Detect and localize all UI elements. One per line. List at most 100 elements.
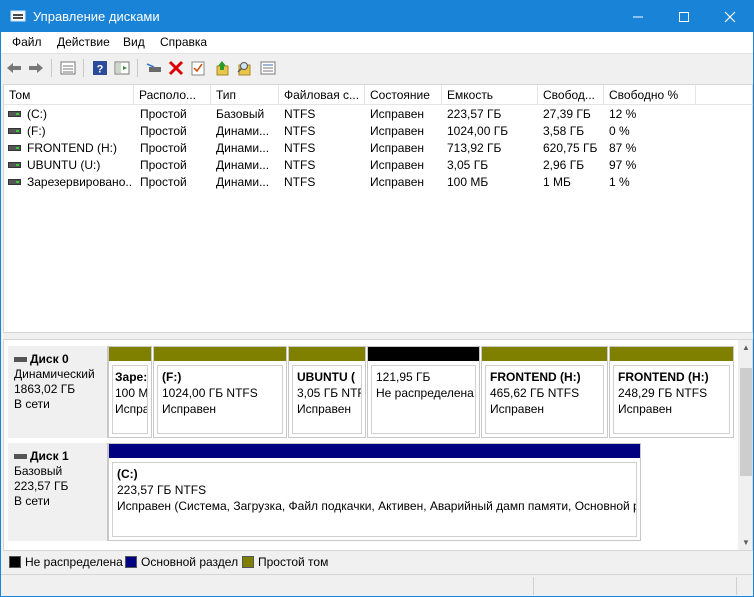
- table-row[interactable]: UBUNTU (U:) Простой Динами... NTFS Испра…: [4, 157, 753, 174]
- volume-list[interactable]: Том Располо... Тип Файловая с... Состоян…: [3, 84, 753, 333]
- volume-layout: Простой: [140, 175, 187, 189]
- disk-name: Диск 1: [30, 449, 69, 463]
- volume-type: Динами...: [216, 124, 270, 138]
- status-divider: [533, 577, 534, 595]
- check-button[interactable]: [189, 59, 207, 77]
- search-button[interactable]: [235, 59, 253, 77]
- title-bar[interactable]: Управление дисками: [1, 1, 753, 32]
- column-header-layout[interactable]: Располо...: [134, 85, 211, 105]
- forward-arrow-icon: [29, 63, 43, 73]
- column-header-volume[interactable]: Том: [4, 85, 134, 105]
- partition-status: Не распределена: [376, 386, 474, 400]
- column-header-capacity[interactable]: Емкость: [442, 85, 538, 105]
- legend-label-simple: Простой том: [258, 555, 329, 569]
- back-button[interactable]: [5, 59, 23, 77]
- delete-button[interactable]: [167, 59, 185, 77]
- disk-icon: [14, 454, 27, 460]
- menu-help[interactable]: Справка: [160, 35, 207, 49]
- table-row[interactable]: (F:) Простой Динами... NTFS Исправен 102…: [4, 123, 753, 140]
- volume-free: 2,96 ГБ: [543, 158, 585, 172]
- column-header-type[interactable]: Тип: [211, 85, 279, 105]
- column-header-filesystem[interactable]: Файловая с...: [279, 85, 365, 105]
- disk-0-label[interactable]: Диск 0 Динамический 1863,02 ГБ В сети: [8, 346, 108, 438]
- partition-color-bar: [610, 347, 733, 361]
- volume-filesystem: NTFS: [284, 158, 316, 172]
- volume-name: (C:): [27, 107, 47, 121]
- volume-filesystem: NTFS: [284, 107, 316, 121]
- drive-icon: [8, 145, 21, 151]
- legend-swatch-primary: [125, 556, 137, 568]
- volume-layout: Простой: [140, 158, 187, 172]
- scroll-up-icon[interactable]: ▲: [742, 343, 750, 352]
- forward-button[interactable]: [27, 59, 45, 77]
- disk-1-label[interactable]: Диск 1 Базовый 223,57 ГБ В сети: [8, 443, 108, 541]
- legend-swatch-unallocated: [9, 556, 21, 568]
- up-button[interactable]: [213, 59, 231, 77]
- volume-status: Исправен: [370, 175, 425, 189]
- column-header-status[interactable]: Состояние: [365, 85, 442, 105]
- menu-action[interactable]: Действие: [57, 35, 110, 49]
- partition-name: (C:): [117, 467, 138, 481]
- check-icon: [191, 61, 205, 76]
- partition-size: 248,29 ГБ NTFS: [618, 386, 708, 400]
- properties-button[interactable]: [59, 59, 77, 77]
- menu-view[interactable]: Вид: [123, 35, 145, 49]
- help-button[interactable]: ?: [91, 59, 109, 77]
- partition-size: 3,05 ГБ NTF: [297, 386, 362, 400]
- drive-icon: [8, 111, 21, 117]
- connect-disk-button[interactable]: [145, 59, 163, 77]
- partition-unallocated[interactable]: 121,95 ГБ Не распределена: [367, 346, 480, 438]
- volume-capacity: 223,57 ГБ: [447, 107, 502, 121]
- volume-filesystem: NTFS: [284, 141, 316, 155]
- column-header-free-percent[interactable]: Свободно %: [604, 85, 696, 105]
- table-row[interactable]: (C:) Простой Базовый NTFS Исправен 223,5…: [4, 106, 753, 123]
- volume-name: UBUNTU (U:): [27, 158, 101, 172]
- partition-color-bar: [109, 444, 640, 458]
- volume-free: 27,39 ГБ: [543, 107, 591, 121]
- search-icon: [237, 62, 251, 76]
- show-hide-pane-button[interactable]: [113, 59, 131, 77]
- disk-management-window: Управление дисками Файл Действие Вид Спр…: [0, 0, 754, 597]
- table-row[interactable]: Зарезервировано... Простой Динами... NTF…: [4, 174, 753, 191]
- volume-capacity: 100 МБ: [447, 175, 489, 189]
- partition-size: 1024,00 ГБ NTFS: [162, 386, 258, 400]
- menu-file[interactable]: Файл: [12, 35, 42, 49]
- partition-status: Исправен: [618, 402, 673, 416]
- menu-bar: Файл Действие Вид Справка: [1, 32, 753, 53]
- disk-graphical-view[interactable]: Диск 0 Динамический 1863,02 ГБ В сети За…: [3, 339, 753, 551]
- show-hide-pane-icon: [114, 61, 130, 75]
- scroll-down-icon[interactable]: ▼: [742, 538, 750, 547]
- partition-ubuntu[interactable]: UBUNTU ( 3,05 ГБ NTF Исправен: [288, 346, 366, 438]
- volume-name: Зарезервировано...: [27, 175, 133, 189]
- refresh-up-icon: [216, 61, 229, 76]
- partition-c[interactable]: (C:) 223,57 ГБ NTFS Исправен (Система, З…: [108, 443, 641, 541]
- partition-f[interactable]: (F:) 1024,00 ГБ NTFS Исправен: [153, 346, 287, 438]
- partition-frontend-2[interactable]: FRONTEND (H:) 248,29 ГБ NTFS Исправен: [609, 346, 734, 438]
- partition-color-bar: [482, 347, 607, 361]
- partition-color-bar: [368, 347, 479, 361]
- maximize-button[interactable]: [661, 1, 707, 32]
- volume-layout: Простой: [140, 141, 187, 155]
- help-icon: ?: [93, 61, 107, 76]
- partition-frontend-1[interactable]: FRONTEND (H:) 465,62 ГБ NTFS Исправен: [481, 346, 608, 438]
- volume-status: Исправен: [370, 158, 425, 172]
- list-button[interactable]: [259, 59, 277, 77]
- table-row[interactable]: FRONTEND (H:) Простой Динами... NTFS Исп…: [4, 140, 753, 157]
- disk-icon: [14, 357, 27, 363]
- scrollbar-thumb[interactable]: [740, 368, 752, 476]
- disk-name: Диск 0: [30, 352, 69, 366]
- minimize-button[interactable]: [615, 1, 661, 32]
- volume-type: Динами...: [216, 141, 270, 155]
- volume-free-percent: 12 %: [609, 107, 637, 121]
- close-button[interactable]: [707, 1, 753, 32]
- properties-icon: [60, 61, 76, 75]
- partition-reserved[interactable]: Заре: 100 М Испра: [108, 346, 152, 438]
- legend-label-primary: Основной раздел: [141, 555, 239, 569]
- drive-icon: [8, 128, 21, 134]
- partition-name: (F:): [162, 370, 182, 384]
- status-bar: [1, 574, 753, 596]
- delete-icon: [168, 60, 184, 76]
- column-header-free-space[interactable]: Свобод...: [538, 85, 604, 105]
- disk-type: Базовый: [14, 464, 63, 478]
- vertical-scrollbar[interactable]: ▲ ▼: [738, 340, 752, 550]
